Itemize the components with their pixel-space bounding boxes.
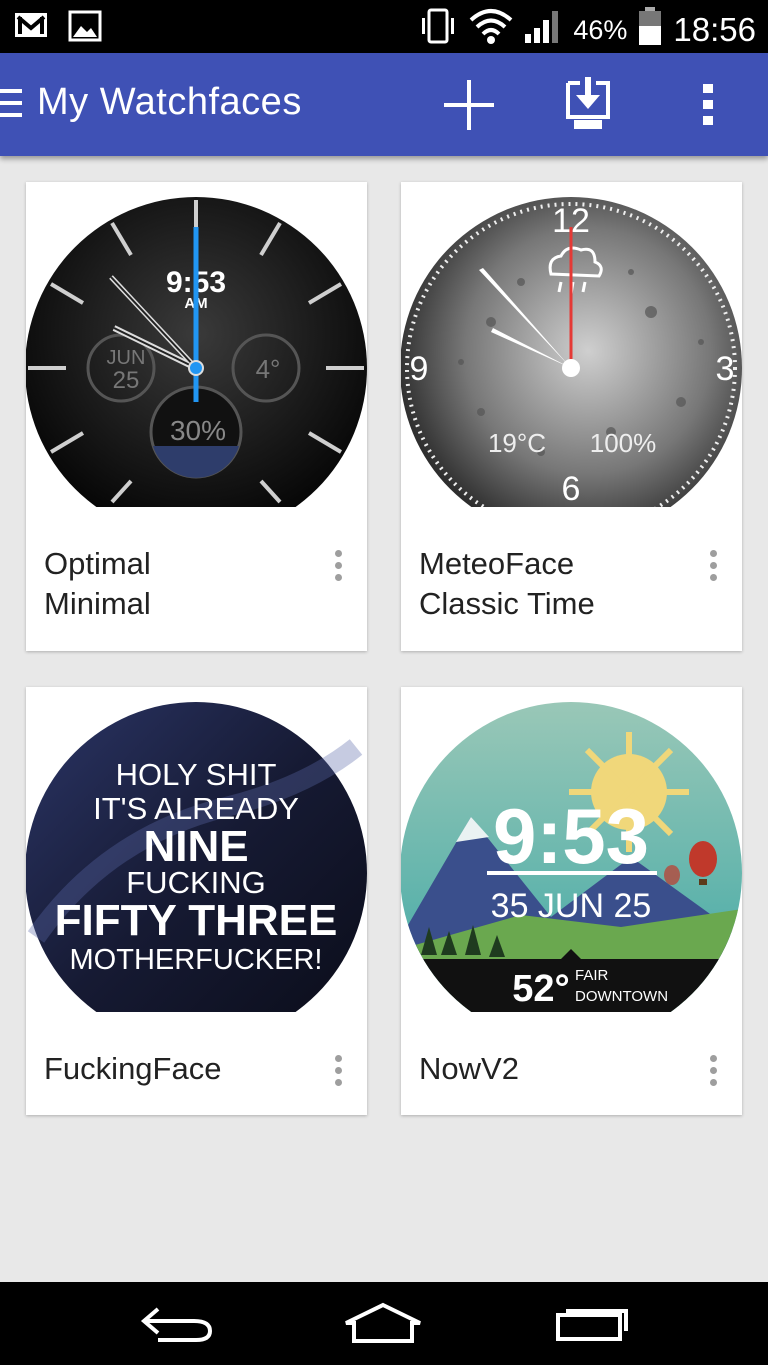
recents-icon [556,1309,628,1341]
signal-icon [523,8,563,52]
watchface-name: NowV2 [419,1051,519,1086]
watchface-card-fuckingface[interactable]: HOLY SHIT IT'S ALREADY NINE FUCKING FIFT… [26,687,367,1115]
face-line-2: IT'S ALREADY [93,791,299,826]
recents-button[interactable] [547,1298,637,1348]
wifi-icon [469,8,513,52]
watchface-preview: 9:53 35 JUN 25 52° FAIR DOWNTOWN [401,687,742,1012]
gallery-icon [68,10,102,47]
temperature: 52° [512,968,569,1010]
temperature: 4° [256,354,281,384]
page-title: My Watchfaces [37,81,302,123]
date-month: JUN [107,347,146,369]
home-icon [345,1302,421,1343]
battery-icon [637,6,663,54]
overflow-menu-button[interactable] [676,73,740,137]
temperature: 19°C [488,428,546,458]
face-line-1: HOLY SHIT [116,757,277,792]
home-button[interactable] [338,1298,428,1348]
overflow-menu-icon [703,84,713,125]
card-overflow-menu-icon[interactable] [708,1055,718,1087]
condition: FAIR [575,967,609,984]
face-line-3: NINE [143,822,248,871]
back-icon [140,1307,213,1342]
face-line-4: FUCKING [126,865,266,900]
nav-drawer-icon[interactable] [0,89,22,119]
battery-percent: 46% [573,14,628,45]
status-bar: 46% 18:56 [0,0,768,53]
watchface-preview: HOLY SHIT IT'S ALREADY NINE FUCKING FIFT… [26,687,367,1012]
watchface-preview: JUN 25 4° 30% 9:53 AM [26,182,367,507]
watchface-name: FuckingFace [44,1051,222,1086]
install-to-watch-icon [566,77,610,129]
watchface-card-meteoface[interactable]: 12 3 6 9 19°C 100% MeteoFace Classic Tim… [401,182,742,651]
gmail-icon [14,10,48,47]
date-day: 25 [113,367,140,394]
clock: 18:56 [673,11,756,48]
navigation-bar [0,1282,768,1365]
watchface-preview: 12 3 6 9 19°C 100% [401,182,742,507]
humidity: 100% [590,428,657,458]
watchface-card-nowv2[interactable]: 9:53 35 JUN 25 52° FAIR DOWNTOWN NowV2 [401,687,742,1115]
watchface-name: MeteoFace Classic Time [419,546,595,621]
location: DOWNTOWN [575,988,668,1005]
back-button[interactable] [131,1298,221,1348]
numeral-9: 9 [410,350,429,388]
add-watchface-button[interactable] [437,73,501,137]
face-line-6: MOTHERFUCKER! [70,944,323,976]
card-overflow-menu-icon[interactable] [708,550,718,582]
numeral-3: 3 [716,350,735,388]
install-to-watch-button[interactable] [556,73,620,137]
time: 9:53 [493,792,649,880]
battery-percent: 30% [170,415,226,446]
vibrate-icon [419,6,459,54]
add-icon [444,80,494,130]
card-overflow-menu-icon[interactable] [333,1055,343,1087]
app-bar: My Watchfaces [0,53,768,156]
date: 35 JUN 25 [491,887,652,925]
watchface-name: Optimal Minimal [44,546,151,621]
watchface-card-optimal-minimal[interactable]: JUN 25 4° 30% 9:53 AM Optimal Minimal [26,182,367,651]
face-line-5: FIFTY THREE [55,896,338,945]
card-overflow-menu-icon[interactable] [333,550,343,582]
numeral-6: 6 [562,470,581,507]
